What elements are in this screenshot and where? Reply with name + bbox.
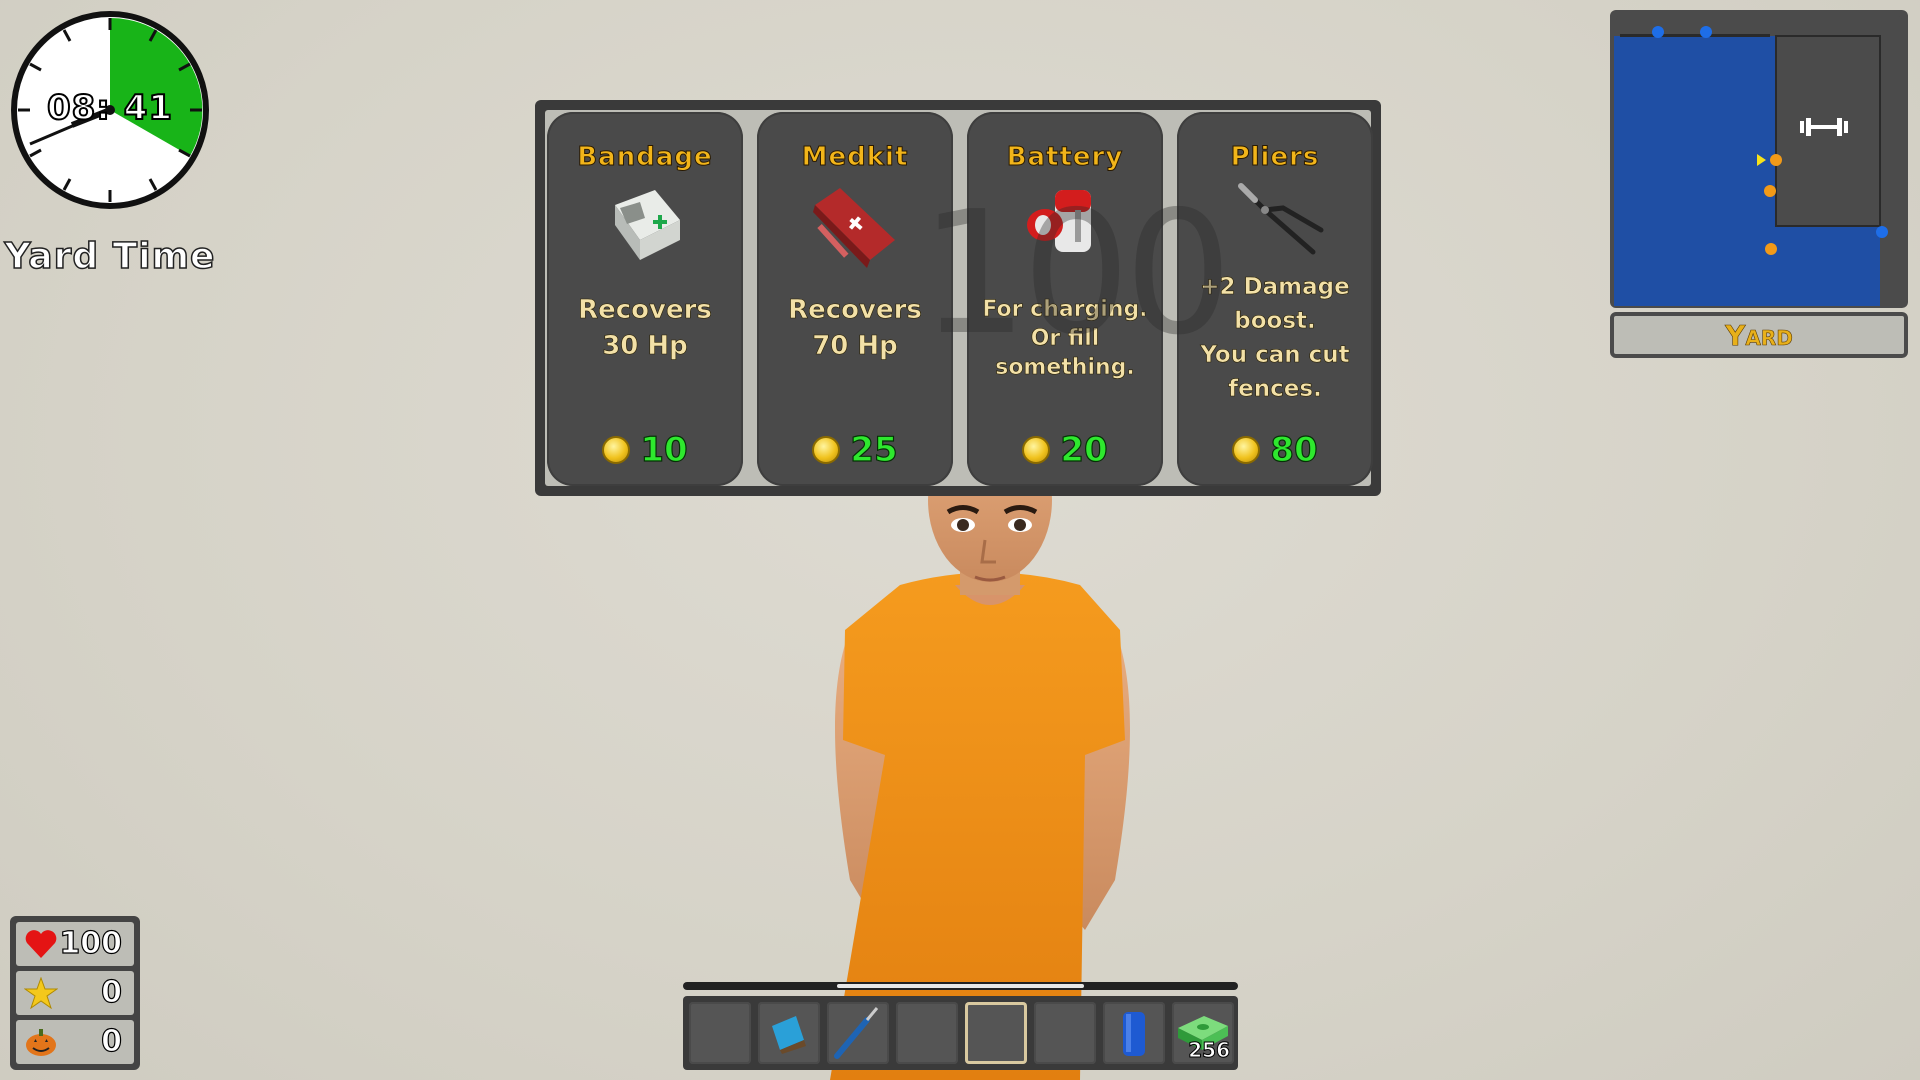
blue-can-icon xyxy=(1123,1012,1145,1056)
inmate-marker-icon xyxy=(1765,243,1777,255)
overlay-number: 100 xyxy=(920,175,1232,373)
item-price: 80 xyxy=(1177,429,1373,471)
hotbar-slot-5[interactable] xyxy=(965,1002,1027,1064)
book-icon xyxy=(772,1016,806,1054)
screwdriver-icon xyxy=(834,1007,879,1059)
coin-icon xyxy=(602,436,631,464)
guard-marker-icon xyxy=(1700,26,1712,38)
guard-marker-icon xyxy=(1876,226,1888,238)
hotbar-slot-4[interactable] xyxy=(896,1002,958,1064)
coin-icon xyxy=(1022,436,1051,464)
medkit-icon xyxy=(813,188,895,268)
hotbar-slot-2[interactable] xyxy=(758,1002,820,1064)
item-price: 25 xyxy=(757,429,953,471)
inmate-marker-icon xyxy=(1770,154,1782,166)
location-label: Yard xyxy=(1610,312,1908,358)
item-name: Medkit xyxy=(801,142,909,173)
stats-panel: 100 0 0 xyxy=(10,916,140,1070)
health-stat: 100 xyxy=(16,922,134,966)
hotbar-slot-3[interactable] xyxy=(827,1002,889,1064)
price-value: 25 xyxy=(850,429,899,470)
action-progress-bar xyxy=(683,982,1238,990)
heart-icon xyxy=(25,930,57,958)
pumpkin-icon xyxy=(26,1029,56,1056)
phase-label: Yard Time xyxy=(4,235,216,278)
item-price: 20 xyxy=(967,429,1163,471)
item-desc-line: fences. xyxy=(1228,376,1322,403)
hotbar: 256 xyxy=(683,996,1238,1070)
item-desc-line: 30 Hp xyxy=(602,331,688,362)
item-price: 10 xyxy=(547,429,743,471)
hotbar-slot-1[interactable] xyxy=(689,1002,751,1064)
minimap xyxy=(1610,10,1908,308)
shop-item-bandage[interactable]: Bandage Recovers 30 Hp 10 xyxy=(547,112,743,486)
hotbar-slot-8[interactable]: 256 xyxy=(1172,1002,1234,1064)
pumpkin-stat: 0 xyxy=(16,1020,134,1064)
item-desc-line: Recovers xyxy=(578,295,712,326)
price-value: 10 xyxy=(640,429,689,470)
day-clock: 08: 41 xyxy=(10,10,210,210)
item-name: Battery xyxy=(1006,142,1124,173)
progress-fill xyxy=(836,984,1085,988)
pliers-icon xyxy=(1238,183,1324,255)
item-name: Pliers xyxy=(1230,142,1320,173)
star-icon xyxy=(24,977,58,1009)
hotbar-slot-6[interactable] xyxy=(1034,1002,1096,1064)
guard-marker-icon xyxy=(1652,26,1664,38)
coin-icon xyxy=(812,436,841,464)
inmate-marker-icon xyxy=(1764,185,1776,197)
bandage-icon xyxy=(615,190,680,260)
stars-stat: 0 xyxy=(16,971,134,1015)
item-count: 256 xyxy=(1188,1038,1231,1063)
item-name: Bandage xyxy=(577,142,713,173)
price-value: 80 xyxy=(1270,429,1319,470)
price-value: 20 xyxy=(1060,429,1109,470)
health-value: 100 xyxy=(59,925,123,961)
pumpkin-value: 0 xyxy=(101,1023,123,1059)
minimap-canvas xyxy=(1614,16,1902,306)
clock-time: 08: 41 xyxy=(46,87,174,129)
hotbar-slot-7[interactable] xyxy=(1103,1002,1165,1064)
stars-value: 0 xyxy=(101,974,123,1010)
coin-icon xyxy=(1232,436,1261,464)
